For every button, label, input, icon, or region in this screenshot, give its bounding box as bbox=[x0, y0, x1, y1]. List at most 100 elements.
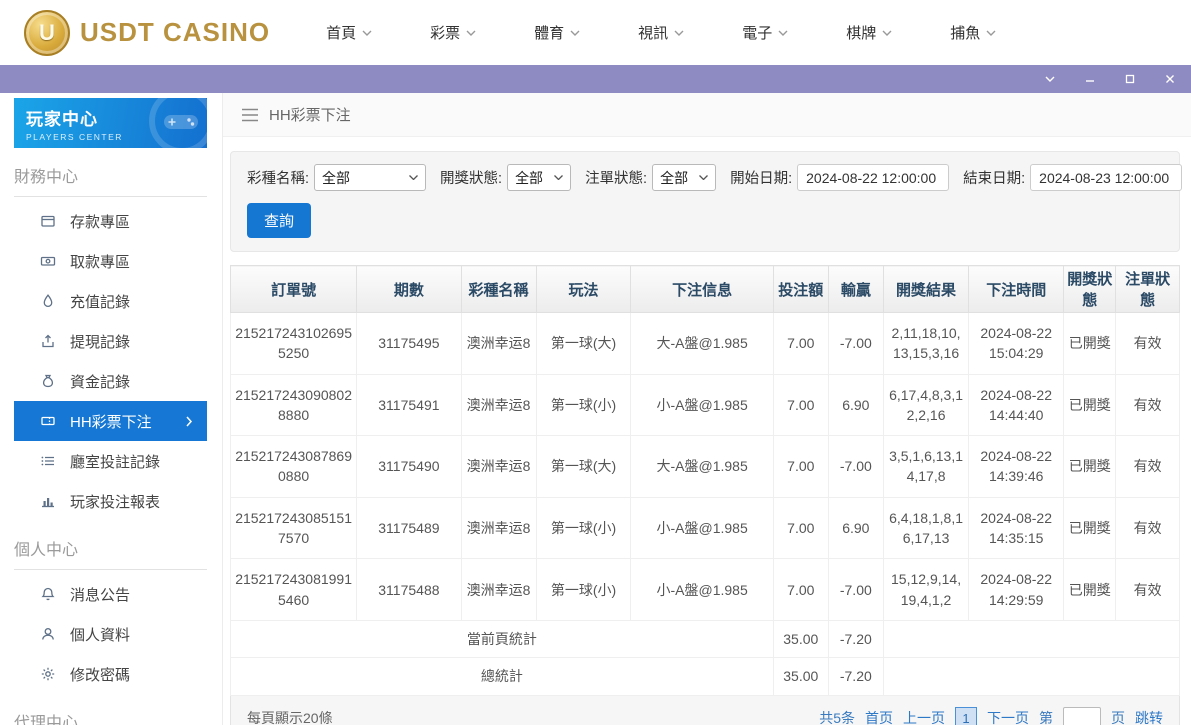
col-draw-status: 開獎狀態 bbox=[1064, 266, 1116, 313]
cell-bet-time: 2024-08-22 15:04:29 bbox=[969, 313, 1064, 375]
deposit-icon bbox=[40, 213, 56, 229]
total-count: 共5条 bbox=[819, 708, 855, 725]
sidebar-item-withdrawal-records[interactable]: 提現記錄 bbox=[14, 321, 207, 361]
search-button[interactable]: 查詢 bbox=[247, 203, 311, 238]
sidebar-item-withdraw[interactable]: 取款專區 bbox=[14, 241, 207, 281]
cell-period: 31175488 bbox=[357, 559, 461, 621]
sidebar-item-announcements[interactable]: 消息公告 bbox=[14, 574, 207, 614]
cell-order-no: 2152172430878690880 bbox=[231, 436, 357, 498]
nav-item-sports[interactable]: 體育 bbox=[534, 22, 580, 43]
section-agent-center: 代理中心 bbox=[14, 694, 207, 725]
cell-bet-status: 有效 bbox=[1116, 436, 1180, 498]
minimize-button[interactable] bbox=[1083, 72, 1097, 86]
sidebar-item-recharge-records[interactable]: 充值記錄 bbox=[14, 281, 207, 321]
sidebar-item-deposit[interactable]: 存款專區 bbox=[14, 201, 207, 241]
maximize-icon bbox=[1124, 73, 1136, 85]
cell-order-no: 2152172430851517570 bbox=[231, 497, 357, 559]
nav-item-slots[interactable]: 電子 bbox=[742, 22, 788, 43]
nav-item-home[interactable]: 首頁 bbox=[326, 22, 372, 43]
page-summary-amount: 35.00 bbox=[773, 620, 828, 657]
nav-item-cards[interactable]: 棋牌 bbox=[846, 22, 892, 43]
sidebar-item-label: 消息公告 bbox=[70, 584, 130, 605]
col-bet-status: 注單狀態 bbox=[1116, 266, 1180, 313]
end-date-label: 結束日期: bbox=[963, 167, 1025, 188]
bet-status-select[interactable]: 全部 bbox=[652, 164, 716, 191]
cell-bet-info: 大-A盤@1.985 bbox=[631, 313, 773, 375]
window-chevron-button[interactable] bbox=[1043, 72, 1057, 86]
page-summary-empty bbox=[883, 620, 1179, 657]
cell-period: 31175490 bbox=[357, 436, 461, 498]
select-value: 全部 bbox=[660, 168, 688, 188]
section-personal-center: 個人中心 bbox=[14, 521, 207, 570]
cell-period: 31175491 bbox=[357, 374, 461, 436]
cell-amount: 7.00 bbox=[773, 374, 828, 436]
nav-item-label: 彩票 bbox=[430, 22, 460, 43]
col-period: 期數 bbox=[357, 266, 461, 313]
nav-item-lottery[interactable]: 彩票 bbox=[430, 22, 476, 43]
cell-win-loss: 6.90 bbox=[828, 374, 883, 436]
withdraw-icon bbox=[40, 253, 56, 269]
lottery-name-select[interactable]: 全部 bbox=[314, 164, 426, 191]
page-summary-winloss: -7.20 bbox=[828, 620, 883, 657]
chevron-down-icon bbox=[466, 30, 476, 36]
players-center-banner: 玩家中心 PLAYERS CENTER bbox=[14, 98, 207, 148]
sidebar-item-label: 個人資料 bbox=[70, 624, 130, 645]
page-jump-input[interactable] bbox=[1063, 707, 1101, 725]
next-page-link[interactable]: 下一页 bbox=[987, 708, 1029, 725]
cell-amount: 7.00 bbox=[773, 497, 828, 559]
chevron-down-icon bbox=[699, 175, 708, 180]
top-header: U USDT CASINO 首頁 彩票 體育 視訊 電子 棋牌 捕魚 bbox=[0, 0, 1191, 65]
select-value: 全部 bbox=[515, 168, 543, 188]
chevron-down-icon bbox=[1044, 73, 1056, 85]
sidebar-item-funds-records[interactable]: 資金記錄 bbox=[14, 361, 207, 401]
nav-item-fishing[interactable]: 捕魚 bbox=[950, 22, 996, 43]
cell-win-loss: -7.00 bbox=[828, 559, 883, 621]
col-amount: 投注額 bbox=[773, 266, 828, 313]
page-summary-row: 當前頁統計 35.00 -7.20 bbox=[231, 620, 1180, 657]
upload-icon bbox=[40, 333, 56, 349]
players-center-subtitle: PLAYERS CENTER bbox=[26, 132, 195, 142]
chevron-down-icon bbox=[570, 30, 580, 36]
logo-coin-icon: U bbox=[24, 10, 70, 56]
grand-summary-empty bbox=[883, 658, 1179, 695]
cell-lottery: 澳洲幸运8 bbox=[461, 436, 536, 498]
col-bet-time: 下注時間 bbox=[969, 266, 1064, 313]
first-page-link[interactable]: 首页 bbox=[865, 708, 893, 725]
grand-summary-amount: 35.00 bbox=[773, 658, 828, 695]
end-date-input[interactable] bbox=[1030, 164, 1182, 191]
maximize-button[interactable] bbox=[1123, 72, 1137, 86]
cell-bet-info: 小-A盤@1.985 bbox=[631, 559, 773, 621]
cell-amount: 7.00 bbox=[773, 559, 828, 621]
prev-page-link[interactable]: 上一页 bbox=[903, 708, 945, 725]
sidebar-item-label: 充值記錄 bbox=[70, 291, 130, 312]
cell-play: 第一球(小) bbox=[536, 374, 631, 436]
nav-item-video[interactable]: 視訊 bbox=[638, 22, 684, 43]
start-date-input[interactable] bbox=[797, 164, 949, 191]
cell-lottery: 澳洲幸运8 bbox=[461, 559, 536, 621]
jump-label-pre: 第 bbox=[1039, 708, 1053, 725]
sidebar-item-hh-lottery-bets[interactable]: HH彩票下注 bbox=[14, 401, 207, 441]
cell-bet-info: 大-A盤@1.985 bbox=[631, 436, 773, 498]
current-page[interactable]: 1 bbox=[955, 707, 977, 725]
sidebar-item-profile[interactable]: 個人資料 bbox=[14, 614, 207, 654]
col-bet-info: 下注信息 bbox=[631, 266, 773, 313]
cell-bet-status: 有效 bbox=[1116, 559, 1180, 621]
jump-link[interactable]: 跳转 bbox=[1135, 708, 1163, 725]
draw-status-select[interactable]: 全部 bbox=[507, 164, 571, 191]
sidebar-item-player-bet-report[interactable]: 玩家投注報表 bbox=[14, 481, 207, 521]
menu-icon[interactable] bbox=[241, 108, 259, 122]
per-page-text: 每頁顯示20條 bbox=[247, 708, 333, 725]
sidebar-item-change-password[interactable]: 修改密碼 bbox=[14, 654, 207, 694]
cell-draw-status: 已開獎 bbox=[1064, 559, 1116, 621]
sidebar-item-hall-bet-records[interactable]: 廳室投註記錄 bbox=[14, 441, 207, 481]
gamepad-icon bbox=[163, 110, 199, 134]
money-bag-icon bbox=[40, 373, 56, 389]
sidebar-item-label: 廳室投註記錄 bbox=[70, 451, 160, 472]
bet-status-label: 注單狀態: bbox=[585, 167, 647, 188]
bets-table: 訂單號 期數 彩種名稱 玩法 下注信息 投注額 輸贏 開獎結果 下注時間 開獎狀… bbox=[230, 265, 1180, 696]
page-title: HH彩票下注 bbox=[269, 104, 351, 125]
filter-panel: 彩種名稱: 全部 開獎狀態: 全部 注單狀態 bbox=[230, 151, 1180, 252]
close-button[interactable] bbox=[1163, 72, 1177, 86]
cell-bet-time: 2024-08-22 14:29:59 bbox=[969, 559, 1064, 621]
logo-text: USDT CASINO bbox=[80, 17, 270, 48]
